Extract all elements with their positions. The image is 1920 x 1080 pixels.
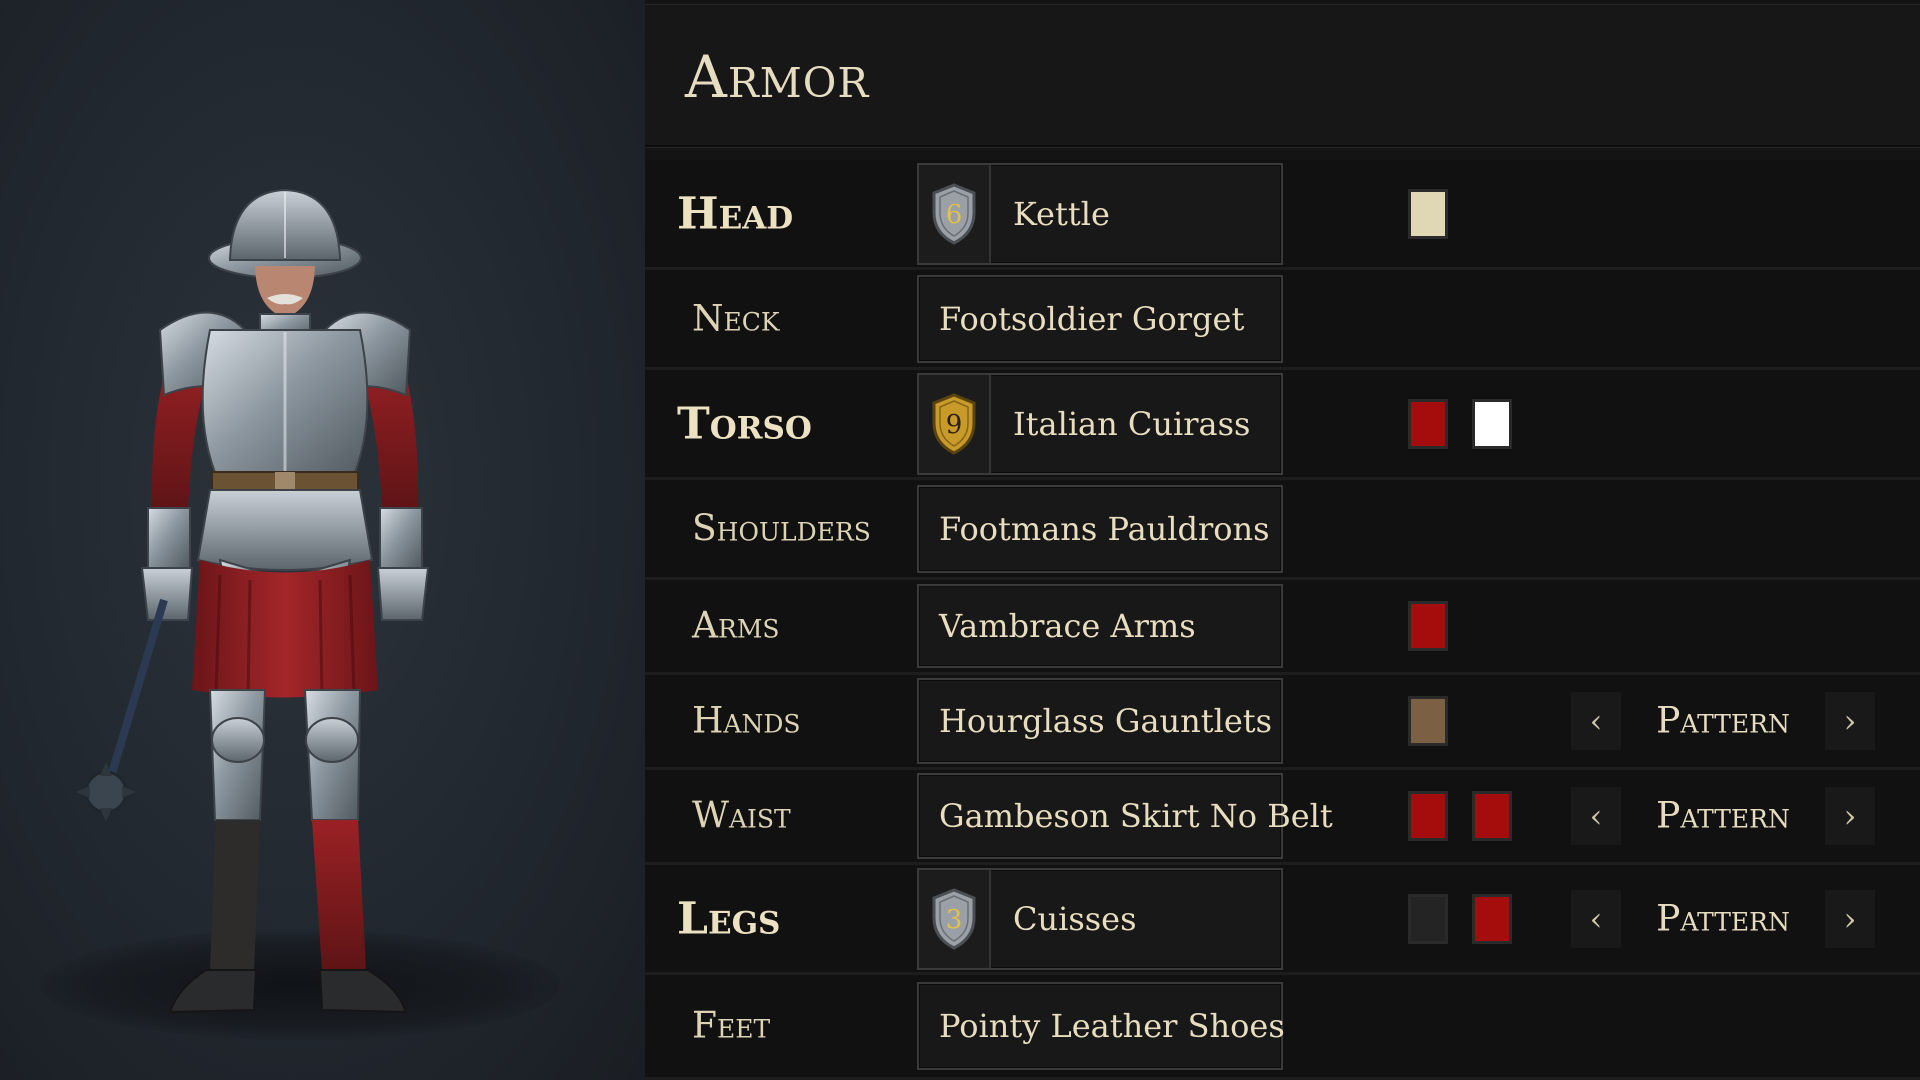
slot-label-feet: Feet	[692, 1005, 771, 1047]
slot-row-shoulders: Shoulders Footmans Pauldrons	[645, 480, 1920, 580]
pattern-label: Pattern	[1656, 700, 1790, 742]
slot-label-arms: Arms	[692, 605, 780, 647]
color-swatch-legs-2[interactable]	[1472, 894, 1512, 944]
color-swatch-head-1[interactable]	[1408, 189, 1448, 239]
slot-row-torso: Torso 9 Italian Cuirass	[645, 370, 1920, 480]
item-name-legs: Cuisses	[1013, 900, 1137, 938]
tier-shield-icon: 6	[919, 165, 991, 263]
item-name-arms: Vambrace Arms	[939, 607, 1196, 645]
color-swatch-waist-2[interactable]	[1472, 791, 1512, 841]
slot-label-shoulders: Shoulders	[692, 508, 871, 549]
slot-row-neck: Neck Footsoldier Gorget	[645, 270, 1920, 370]
item-name-head: Kettle	[1013, 195, 1110, 233]
slot-label-hands: Hands	[692, 700, 801, 742]
slot-label-head: Head	[677, 188, 794, 239]
item-selector-hands[interactable]: Hourglass Gauntlets	[917, 678, 1283, 764]
item-selector-head[interactable]: 6 Kettle	[917, 163, 1283, 265]
item-name-hands: Hourglass Gauntlets	[939, 702, 1273, 740]
item-name-neck: Footsoldier Gorget	[939, 300, 1245, 338]
pattern-selector-waist: ‹ Pattern ›	[1571, 787, 1875, 845]
color-swatch-torso-1[interactable]	[1408, 399, 1448, 449]
pattern-next-icon[interactable]: ›	[1825, 890, 1875, 948]
item-name-feet: Pointy Leather Shoes	[939, 1007, 1285, 1045]
panel-header: Armor	[645, 4, 1920, 148]
slot-label-legs: Legs	[677, 893, 781, 944]
color-swatch-waist-1[interactable]	[1408, 791, 1448, 841]
slot-row-waist: Waist Gambeson Skirt No Belt ‹ Pattern ›	[645, 770, 1920, 865]
color-swatch-hands-1[interactable]	[1408, 696, 1448, 746]
tier-number: 9	[946, 410, 963, 440]
slot-label-neck: Neck	[692, 298, 780, 339]
slot-row-feet: Feet Pointy Leather Shoes	[645, 975, 1920, 1080]
armor-customization-screen: Armor Head 6 Kettle Neck Footsoldier Gorget T…	[0, 0, 1920, 1080]
character-preview[interactable]	[0, 0, 645, 1080]
tier-shield-icon: 9	[919, 375, 991, 473]
item-selector-feet[interactable]: Pointy Leather Shoes	[917, 982, 1285, 1070]
armored-footsoldier-figure	[76, 188, 430, 1014]
pattern-prev-icon[interactable]: ‹	[1571, 890, 1621, 948]
pattern-prev-icon[interactable]: ‹	[1571, 787, 1621, 845]
pattern-next-icon[interactable]: ›	[1825, 787, 1875, 845]
slot-row-legs: Legs 3 Cuisses ‹ Pattern ›	[645, 865, 1920, 975]
pattern-next-icon[interactable]: ›	[1825, 692, 1875, 750]
item-selector-waist[interactable]: Gambeson Skirt No Belt	[917, 773, 1333, 859]
pattern-prev-icon[interactable]: ‹	[1571, 692, 1621, 750]
tier-shield-icon: 3	[919, 870, 991, 968]
slot-row-head: Head 6 Kettle	[645, 160, 1920, 270]
slot-label-waist: Waist	[692, 795, 791, 837]
tier-number: 3	[946, 905, 963, 935]
slot-row-hands: Hands Hourglass Gauntlets ‹ Pattern ›	[645, 675, 1920, 770]
color-swatch-arms-1[interactable]	[1408, 601, 1448, 651]
item-name-shoulders: Footmans Pauldrons	[939, 510, 1270, 548]
item-name-torso: Italian Cuirass	[1013, 405, 1251, 443]
item-selector-arms[interactable]: Vambrace Arms	[917, 584, 1283, 668]
item-selector-neck[interactable]: Footsoldier Gorget	[917, 275, 1283, 363]
item-selector-torso[interactable]: 9 Italian Cuirass	[917, 373, 1283, 475]
pattern-label: Pattern	[1656, 898, 1790, 940]
item-name-waist: Gambeson Skirt No Belt	[939, 797, 1333, 835]
armor-panel: Armor Head 6 Kettle Neck Footsoldier Gorget T…	[645, 0, 1920, 1080]
pattern-selector-legs: ‹ Pattern ›	[1571, 890, 1875, 948]
slot-row-arms: Arms Vambrace Arms	[645, 580, 1920, 675]
color-swatch-torso-2[interactable]	[1472, 399, 1512, 449]
slot-label-torso: Torso	[677, 398, 812, 449]
pattern-label: Pattern	[1656, 795, 1790, 837]
item-selector-legs[interactable]: 3 Cuisses	[917, 868, 1283, 970]
item-selector-shoulders[interactable]: Footmans Pauldrons	[917, 485, 1283, 573]
color-swatch-legs-1[interactable]	[1408, 894, 1448, 944]
panel-title: Armor	[685, 43, 870, 111]
pattern-selector-hands: ‹ Pattern ›	[1571, 692, 1875, 750]
tier-number: 6	[946, 200, 963, 230]
